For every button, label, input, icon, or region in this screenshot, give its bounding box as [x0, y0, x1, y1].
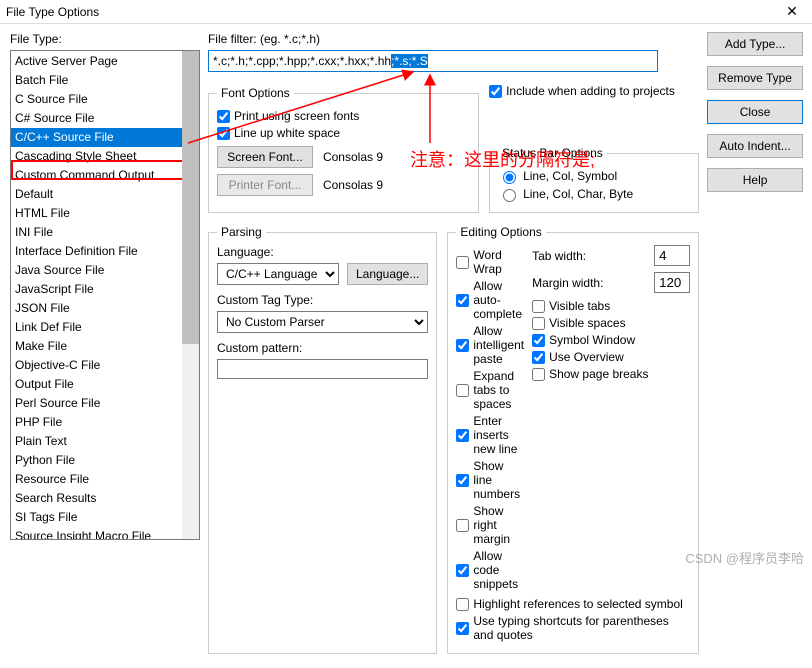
- language-label: Language:: [217, 245, 428, 259]
- cb-typing-shortcuts[interactable]: [456, 622, 469, 635]
- list-item[interactable]: Java Source File: [11, 261, 199, 280]
- custom-tag-select[interactable]: No Custom Parser: [217, 311, 428, 333]
- cb-auto-complete[interactable]: [456, 294, 469, 307]
- filter-value-selected: ;*.s;*.S: [391, 54, 428, 68]
- list-item[interactable]: HTML File: [11, 204, 199, 223]
- filter-value: *.c;*.h;*.cpp;*.hpp;*.cxx;*.hxx;*.hh: [213, 54, 391, 68]
- cb-code-snippets[interactable]: [456, 564, 469, 577]
- list-item[interactable]: Search Results: [11, 489, 199, 508]
- tab-width-input[interactable]: [654, 245, 690, 266]
- auto-indent-button[interactable]: Auto Indent...: [707, 134, 803, 158]
- list-item[interactable]: C/C++ Source File: [11, 128, 199, 147]
- screen-font-button[interactable]: Screen Font...: [217, 146, 313, 168]
- cb-visible-tabs[interactable]: [532, 300, 545, 313]
- list-item[interactable]: JavaScript File: [11, 280, 199, 299]
- cb-lineup-whitespace[interactable]: [217, 127, 230, 140]
- custom-pattern-label: Custom pattern:: [217, 341, 428, 355]
- scrollbar[interactable]: [182, 51, 199, 539]
- close-button[interactable]: Close: [707, 100, 803, 124]
- list-item[interactable]: Perl Source File: [11, 394, 199, 413]
- radio-line-col-symbol[interactable]: [503, 171, 516, 184]
- cb-highlight-refs[interactable]: [456, 598, 469, 611]
- printer-font-button: Printer Font...: [217, 174, 313, 196]
- custom-tag-label: Custom Tag Type:: [217, 293, 428, 307]
- file-filter-label: File filter: (eg. *.c;*.h): [208, 32, 699, 46]
- file-type-listbox[interactable]: Active Server PageBatch FileC Source Fil…: [10, 50, 200, 540]
- cb-page-breaks[interactable]: [532, 368, 545, 381]
- editing-legend: Editing Options: [456, 225, 545, 239]
- cb-line-numbers[interactable]: [456, 474, 469, 487]
- cb-include-projects[interactable]: [489, 85, 502, 98]
- cb-intelligent-paste[interactable]: [456, 339, 469, 352]
- margin-width-input[interactable]: [654, 272, 690, 293]
- cb-use-overview[interactable]: [532, 351, 545, 364]
- list-item[interactable]: PHP File: [11, 413, 199, 432]
- cb-visible-spaces[interactable]: [532, 317, 545, 330]
- language-button[interactable]: Language...: [347, 263, 428, 285]
- printer-font-name: Consolas 9: [323, 178, 383, 192]
- list-item[interactable]: Objective-C File: [11, 356, 199, 375]
- cb-right-margin[interactable]: [456, 519, 469, 532]
- screen-font-name: Consolas 9: [323, 150, 383, 164]
- custom-pattern-input[interactable]: [217, 359, 428, 379]
- list-item[interactable]: SI Tags File: [11, 508, 199, 527]
- watermark: CSDN @程序员李哈: [685, 548, 804, 567]
- list-item[interactable]: Resource File: [11, 470, 199, 489]
- cb-print-screen-fonts[interactable]: [217, 110, 230, 123]
- list-item[interactable]: Batch File: [11, 71, 199, 90]
- language-select[interactable]: C/C++ Language: [217, 263, 339, 285]
- margin-width-label: Margin width:: [532, 276, 648, 290]
- list-item[interactable]: C Source File: [11, 90, 199, 109]
- parsing-legend: Parsing: [217, 225, 266, 239]
- list-item[interactable]: Link Def File: [11, 318, 199, 337]
- add-type-button[interactable]: Add Type...: [707, 32, 803, 56]
- radio-line-col-char-byte[interactable]: [503, 189, 516, 202]
- font-options-legend: Font Options: [217, 86, 294, 100]
- list-item[interactable]: INI File: [11, 223, 199, 242]
- close-icon[interactable]: ✕: [772, 0, 812, 24]
- list-item[interactable]: Cascading Style Sheet: [11, 147, 199, 166]
- list-item[interactable]: Custom Command Output: [11, 166, 199, 185]
- cb-enter-newline[interactable]: [456, 429, 469, 442]
- file-type-label: File Type:: [10, 32, 200, 46]
- list-item[interactable]: Source Insight Macro File: [11, 527, 199, 540]
- window-title: File Type Options: [6, 5, 99, 19]
- list-item[interactable]: C# Source File: [11, 109, 199, 128]
- list-item[interactable]: Active Server Page: [11, 52, 199, 71]
- list-item[interactable]: Output File: [11, 375, 199, 394]
- list-item[interactable]: Plain Text: [11, 432, 199, 451]
- list-item[interactable]: Python File: [11, 451, 199, 470]
- file-filter-input[interactable]: *.c;*.h;*.cpp;*.hpp;*.cxx;*.hxx;*.hh;*.s…: [208, 50, 658, 72]
- list-item[interactable]: JSON File: [11, 299, 199, 318]
- cb-symbol-window[interactable]: [532, 334, 545, 347]
- help-button[interactable]: Help: [707, 168, 803, 192]
- list-item[interactable]: Interface Definition File: [11, 242, 199, 261]
- status-bar-legend: Status Bar Options: [498, 146, 607, 160]
- list-item[interactable]: Make File: [11, 337, 199, 356]
- list-item[interactable]: Default: [11, 185, 199, 204]
- cb-expand-tabs[interactable]: [456, 384, 469, 397]
- remove-type-button[interactable]: Remove Type: [707, 66, 803, 90]
- tab-width-label: Tab width:: [532, 249, 648, 263]
- cb-word-wrap[interactable]: [456, 256, 469, 269]
